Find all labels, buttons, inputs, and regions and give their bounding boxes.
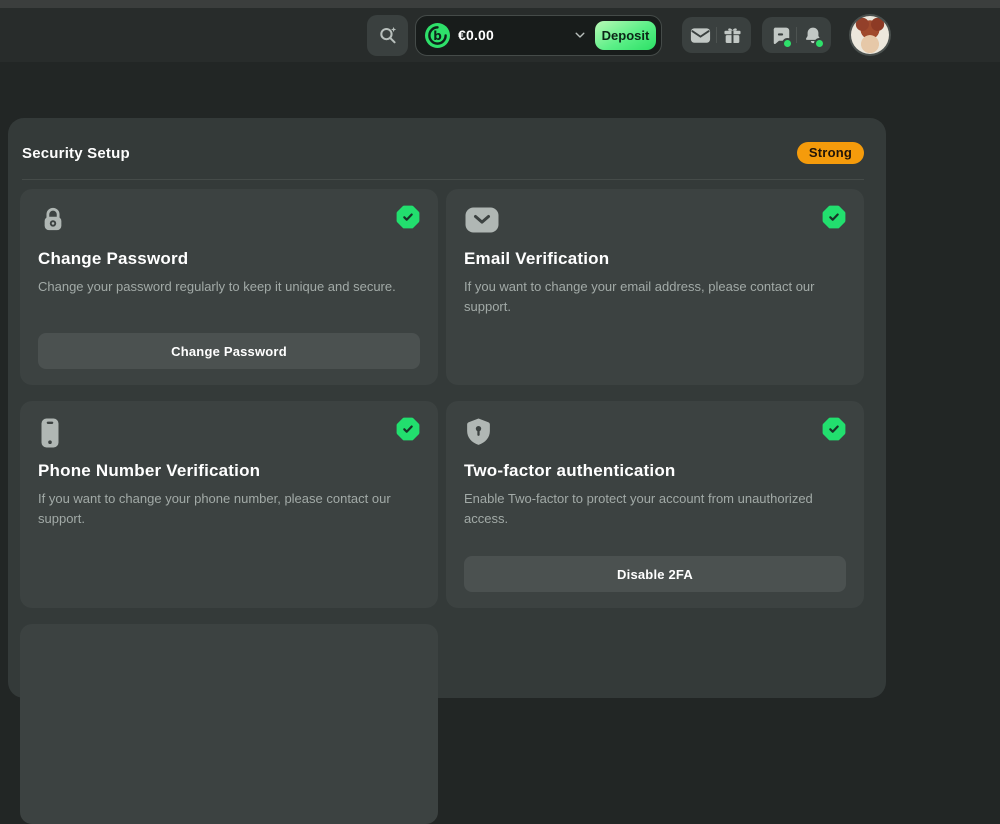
panel-header: Security Setup Strong — [22, 142, 864, 164]
change-password-button[interactable]: Change Password — [38, 333, 420, 369]
verified-check-badge — [396, 417, 420, 441]
chevron-down-icon — [573, 28, 587, 42]
currency-coin-icon: b — [425, 23, 450, 48]
mail-button[interactable] — [687, 20, 714, 50]
search-icon — [377, 24, 399, 46]
card-top-row — [464, 417, 846, 449]
card-two-factor: Two-factor authentication Enable Two-fac… — [446, 401, 864, 608]
balance-amount: €0.00 — [458, 27, 494, 43]
card-description: If you want to change your email address… — [464, 277, 846, 316]
bonuses-button[interactable] — [719, 20, 746, 50]
security-cards-grid: Change Password Change your password reg… — [20, 189, 864, 824]
card-top-row — [38, 205, 420, 237]
divider — [22, 179, 864, 180]
card-title: Change Password — [38, 249, 420, 269]
deposit-button[interactable]: Deposit — [595, 21, 656, 50]
card-email-verification: Email Verification If you want to change… — [446, 189, 864, 385]
window-top-strip — [0, 0, 1000, 8]
notifications-status-dot — [814, 38, 825, 49]
card-phone-verification: Phone Number Verification If you want to… — [20, 401, 438, 608]
card-description: If you want to change your phone number,… — [38, 489, 420, 528]
profile-avatar[interactable] — [851, 16, 889, 54]
card-title: Email Verification — [464, 249, 846, 269]
svg-text:b: b — [433, 28, 442, 42]
verified-check-badge — [396, 205, 420, 229]
card-partial-next-row — [20, 624, 438, 824]
lock-icon — [38, 205, 68, 235]
password-strength-badge: Strong — [797, 142, 864, 164]
disable-2fa-button[interactable]: Disable 2FA — [464, 556, 846, 592]
vertical-divider — [796, 27, 797, 43]
card-top-row — [38, 417, 420, 449]
verified-check-badge — [822, 205, 846, 229]
wallet-balance-selector[interactable]: b €0.00 Deposit — [415, 15, 662, 56]
gift-icon — [722, 25, 743, 46]
shield-keyhole-icon — [464, 417, 493, 448]
phone-icon — [38, 417, 62, 449]
search-button[interactable] — [367, 15, 408, 56]
card-description: Change your password regularly to keep i… — [38, 277, 420, 297]
chat-status-dot — [782, 38, 793, 49]
mail-icon — [689, 24, 712, 47]
page-title: Security Setup — [22, 145, 130, 162]
notifications-button[interactable] — [799, 20, 826, 50]
mail-bonus-group — [682, 17, 751, 53]
card-description: Enable Two-factor to protect your accoun… — [464, 489, 846, 528]
top-navigation-bar: b €0.00 Deposit — [0, 8, 1000, 62]
card-title: Two-factor authentication — [464, 461, 846, 481]
envelope-icon — [464, 205, 500, 235]
security-setup-panel: Security Setup Strong — [8, 118, 886, 698]
verified-check-badge — [822, 417, 846, 441]
vertical-divider — [716, 27, 717, 43]
card-change-password: Change Password Change your password reg… — [20, 189, 438, 385]
card-top-row — [464, 205, 846, 237]
chat-notifications-group — [762, 17, 831, 53]
chat-button[interactable] — [767, 20, 794, 50]
card-title: Phone Number Verification — [38, 461, 420, 481]
